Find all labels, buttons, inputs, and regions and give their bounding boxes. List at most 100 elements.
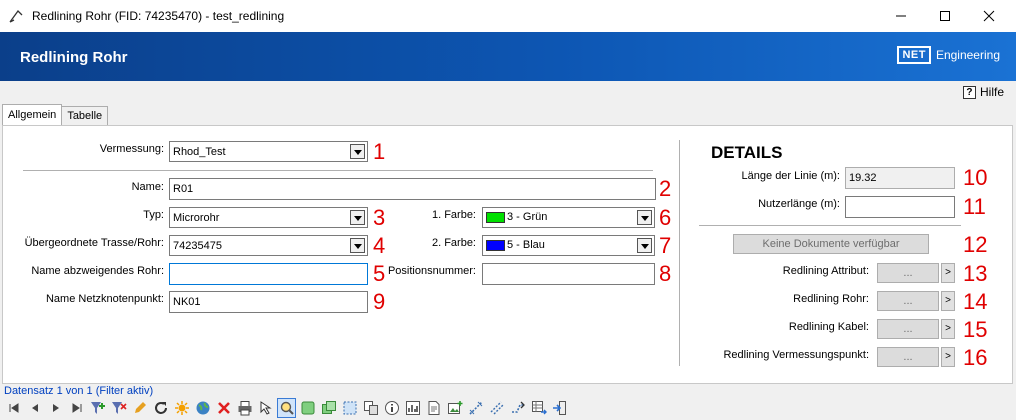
marker-16: 16 [963, 345, 988, 370]
select-area-icon[interactable] [340, 398, 359, 418]
map-layer-icon[interactable] [298, 398, 317, 418]
info-icon[interactable] [382, 398, 401, 418]
bottom-toolbar [4, 397, 571, 419]
globe-icon[interactable] [193, 398, 212, 418]
marker-3: 3 [373, 205, 386, 230]
chevron-down-icon[interactable] [350, 210, 365, 225]
details-heading: DETAILS [711, 143, 783, 162]
prev-record-icon[interactable] [25, 398, 44, 418]
company-logo: NET Engineering [897, 46, 1000, 64]
first-record-icon[interactable] [4, 398, 23, 418]
marker-5: 5 [373, 261, 386, 286]
rohr-link-label: Redlining Rohr: [793, 293, 869, 305]
rohr-go-button[interactable]: > [941, 291, 955, 311]
map-copy-icon[interactable] [319, 398, 338, 418]
marker-10: 10 [963, 165, 988, 190]
main-area: ? Hilfe Allgemein Tabelle Vermessung: Rh… [0, 81, 1016, 420]
name-label: Name: [131, 181, 164, 193]
name-input[interactable]: R01 [169, 178, 656, 200]
close-button[interactable] [966, 0, 1012, 32]
help-link[interactable]: ? Hilfe [962, 85, 1004, 99]
attribut-label: Redlining Attribut: [782, 265, 869, 277]
zoom-icon[interactable] [277, 398, 296, 418]
trasse-label: Übergeordnete Trasse/Rohr: [24, 237, 164, 249]
last-record-icon[interactable] [67, 398, 86, 418]
remove-filter-icon[interactable] [109, 398, 128, 418]
farbe2-label: 2. Farbe: [431, 237, 476, 249]
position-input[interactable] [482, 263, 655, 285]
vermessung-select[interactable]: Rhod_Test [169, 141, 368, 162]
select-tool-icon[interactable] [256, 398, 275, 418]
vermessungspunkt-label: Redlining Vermessungspunkt: [723, 349, 869, 361]
image-add-icon[interactable] [445, 398, 464, 418]
copy-icon[interactable] [361, 398, 380, 418]
add-filter-icon[interactable] [88, 398, 107, 418]
delete-icon[interactable] [214, 398, 233, 418]
marker-2: 2 [659, 176, 672, 201]
chart-icon[interactable] [403, 398, 422, 418]
abzweig-input[interactable] [169, 263, 368, 285]
header-banner: Redlining Rohr NET Engineering [0, 32, 1016, 81]
record-status: Datensatz 1 von 1 (Filter aktiv) [4, 385, 154, 397]
typ-value: Microrohr [173, 212, 220, 224]
details-divider [699, 225, 961, 226]
tab-allgemein[interactable]: Allgemein [2, 104, 63, 125]
netzknoten-input[interactable]: NK01 [169, 291, 368, 313]
attribut-browse-button[interactable]: ... [877, 263, 939, 283]
app-icon [9, 10, 23, 23]
logo-box: NET [897, 46, 931, 64]
netzknoten-label: Name Netzknotenpunkt: [45, 293, 164, 305]
exit-icon[interactable] [550, 398, 569, 418]
minimize-button[interactable] [878, 0, 924, 32]
farbe1-label: 1. Farbe: [431, 209, 476, 221]
typ-select[interactable]: Microrohr [169, 207, 368, 228]
vermessungspunkt-browse-button[interactable]: ... [877, 347, 939, 367]
document-icon[interactable] [424, 398, 443, 418]
tab-tabelle[interactable]: Tabelle [61, 106, 109, 125]
dokumente-button[interactable]: Keine Dokumente verfügbar [733, 234, 929, 254]
kabel-go-button[interactable]: > [941, 319, 955, 339]
kabel-browse-button[interactable]: ... [877, 319, 939, 339]
trasse-value: 74235475 [173, 240, 222, 252]
marker-15: 15 [963, 317, 988, 342]
maximize-button[interactable] [922, 0, 968, 32]
attribut-go-button[interactable]: > [941, 263, 955, 283]
marker-11: 11 [963, 194, 986, 219]
print-icon[interactable] [235, 398, 254, 418]
laenge-label: Länge der Linie (m): [741, 170, 840, 182]
maximize-icon [940, 11, 950, 21]
highlight-icon[interactable] [172, 398, 191, 418]
color-swatch-green [486, 211, 505, 223]
nutzer-label: Nutzerlänge (m): [758, 198, 840, 210]
chevron-down-icon[interactable] [350, 238, 365, 253]
rohr-browse-button[interactable]: ... [877, 291, 939, 311]
chevron-down-icon[interactable] [350, 144, 365, 159]
next-record-icon[interactable] [46, 398, 65, 418]
chevron-down-icon[interactable] [637, 210, 652, 225]
farbe2-value: 5 - Blau [507, 239, 545, 251]
window-titlebar: Redlining Rohr (FID: 74235470) - test_re… [0, 0, 1016, 32]
typ-label: Typ: [143, 209, 164, 221]
help-icon: ? [962, 85, 976, 99]
dimension-icon[interactable] [466, 398, 485, 418]
farbe2-select[interactable]: 5 - Blau [482, 235, 655, 256]
table-export-icon[interactable] [529, 398, 548, 418]
marker-6: 6 [659, 205, 672, 230]
marker-1: 1 [373, 139, 386, 164]
route-icon[interactable] [508, 398, 527, 418]
farbe1-select[interactable]: 3 - Grün [482, 207, 655, 228]
trasse-select[interactable]: 74235475 [169, 235, 368, 256]
farbe1-value: 3 - Grün [507, 211, 548, 223]
kabel-label: Redlining Kabel: [788, 321, 869, 333]
edit-icon[interactable] [130, 398, 149, 418]
marker-7: 7 [659, 233, 672, 258]
line-dashed-icon[interactable] [487, 398, 506, 418]
refresh-icon[interactable] [151, 398, 170, 418]
laenge-value: 19.32 [845, 167, 955, 189]
marker-9: 9 [373, 289, 386, 314]
minimize-icon [896, 15, 906, 17]
nutzer-input[interactable] [845, 196, 955, 218]
color-swatch-blue [486, 239, 505, 251]
vermessungspunkt-go-button[interactable]: > [941, 347, 955, 367]
chevron-down-icon[interactable] [637, 238, 652, 253]
